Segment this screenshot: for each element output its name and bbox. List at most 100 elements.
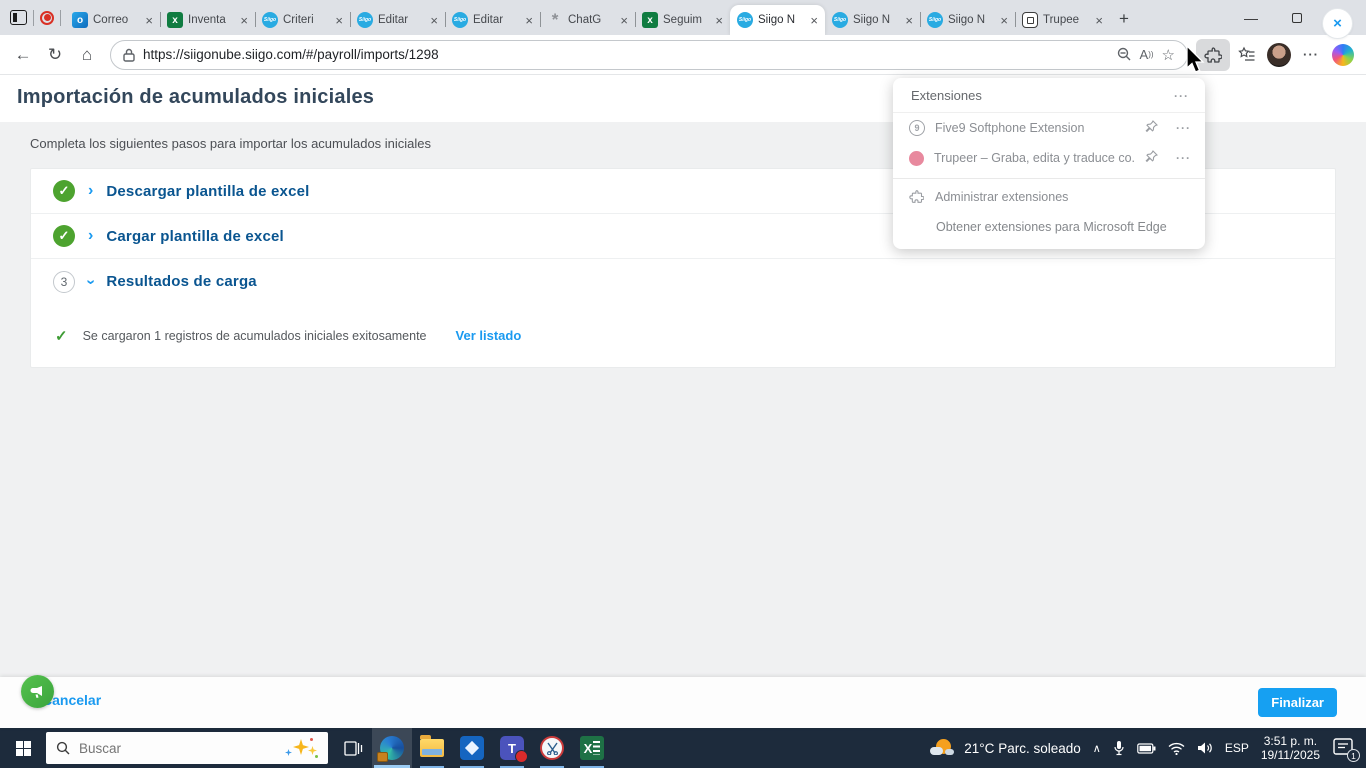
tab-close-icon[interactable]: × bbox=[525, 14, 533, 27]
teams-icon: T bbox=[500, 736, 528, 763]
tab-actions-icon[interactable] bbox=[10, 10, 27, 25]
page-title: Importación de acumulados iniciales bbox=[17, 86, 375, 108]
tab-criterios[interactable]: Siigo Criteri × bbox=[255, 5, 350, 35]
get-extensions-item[interactable]: Obtener extensiones para Microsoft Edge bbox=[893, 212, 1205, 243]
tab-close-icon[interactable]: × bbox=[1095, 14, 1103, 27]
step-load-results[interactable]: 3 › Resultados de carga bbox=[31, 259, 1335, 304]
extensions-menu: Extensiones ··· 9 Five9 Softphone Extens… bbox=[893, 78, 1205, 249]
taskbar-clock[interactable]: 3:51 p. m. 19/11/2025 bbox=[1261, 734, 1320, 762]
siigo-icon: Siigo bbox=[452, 12, 468, 28]
trupeer-ext-icon bbox=[909, 150, 924, 166]
tab-close-icon[interactable]: × bbox=[240, 14, 248, 27]
zoom-out-icon[interactable] bbox=[1117, 47, 1132, 62]
taskbar-app-teams[interactable]: T bbox=[492, 728, 532, 768]
tab-siigo-2[interactable]: Siigo Siigo N × bbox=[825, 5, 920, 35]
tab-inventa[interactable]: x Inventa × bbox=[160, 5, 255, 35]
tab-close-icon[interactable]: × bbox=[335, 14, 343, 27]
tab-close-icon[interactable]: × bbox=[145, 14, 153, 27]
weather-widget[interactable]: 21°C Parc. soleado bbox=[930, 738, 1081, 758]
settings-menu-icon[interactable]: ··· bbox=[1296, 40, 1326, 70]
mouse-cursor bbox=[1186, 46, 1205, 73]
extension-item-five9[interactable]: 9 Five9 Softphone Extension ··· bbox=[893, 113, 1205, 143]
favorite-star-icon[interactable]: ☆ bbox=[1162, 46, 1175, 64]
step-number-badge: 3 bbox=[53, 270, 75, 293]
tab-label: ChatG bbox=[568, 14, 602, 26]
copilot-icon[interactable] bbox=[1328, 40, 1358, 70]
tab-close-icon[interactable]: × bbox=[620, 14, 628, 27]
finish-button[interactable]: Finalizar bbox=[1258, 688, 1337, 717]
task-view-button[interactable] bbox=[334, 728, 372, 768]
excel-icon: x bbox=[167, 12, 183, 28]
extension-label: Five9 Softphone Extension bbox=[935, 121, 1085, 135]
tab-close-icon[interactable]: × bbox=[430, 14, 438, 27]
snipping-tool-icon bbox=[540, 736, 564, 760]
tab-chatgpt[interactable]: * ChatG × bbox=[540, 5, 635, 35]
extensions-menu-more-icon[interactable]: ··· bbox=[1174, 89, 1189, 103]
extension-item-trupeer[interactable]: Trupeer – Graba, edita y traduce co... ·… bbox=[893, 143, 1205, 173]
step-label: Cargar plantilla de excel bbox=[106, 227, 284, 245]
home-icon[interactable]: ⌂ bbox=[72, 40, 102, 70]
step-label: Resultados de carga bbox=[106, 273, 257, 290]
tab-close-icon[interactable]: × bbox=[715, 14, 723, 27]
recording-indicator-icon[interactable] bbox=[40, 10, 54, 25]
announcement-fab[interactable] bbox=[21, 675, 54, 708]
tab-correo[interactable]: o Correo × bbox=[65, 5, 160, 35]
tray-expand-icon[interactable]: ∧ bbox=[1093, 742, 1101, 755]
tab-label: Editar bbox=[473, 14, 504, 26]
search-input[interactable] bbox=[79, 740, 275, 756]
tab-close-icon[interactable]: × bbox=[905, 14, 913, 27]
extension-more-icon[interactable]: ··· bbox=[1176, 121, 1191, 135]
screen: o Correo × x Inventa × Siigo Criteri × S… bbox=[0, 0, 1366, 768]
taskbar-search[interactable] bbox=[46, 732, 328, 764]
tab-editar-2[interactable]: Siigo Editar × bbox=[445, 5, 540, 35]
tab-siigo-active[interactable]: Siigo Siigo N × bbox=[730, 5, 825, 35]
taskbar-app-snipping[interactable] bbox=[532, 728, 572, 768]
language-indicator[interactable]: ESP bbox=[1225, 741, 1249, 755]
wifi-icon[interactable] bbox=[1168, 742, 1185, 755]
weather-condition: Parc. soleado bbox=[998, 740, 1081, 756]
chevron-right-icon[interactable]: › bbox=[88, 183, 93, 199]
taskbar-app-diamond[interactable] bbox=[452, 728, 492, 768]
chevron-down-icon[interactable]: › bbox=[83, 279, 100, 284]
clock-date: 19/11/2025 bbox=[1260, 748, 1320, 762]
url-input[interactable] bbox=[143, 47, 1109, 62]
refresh-icon[interactable]: ↻ bbox=[40, 40, 70, 70]
tab-siigo-3[interactable]: Siigo Siigo N × bbox=[920, 5, 1015, 35]
pin-icon[interactable] bbox=[1145, 120, 1159, 136]
new-tab-button[interactable]: + bbox=[1110, 5, 1138, 33]
file-explorer-icon bbox=[420, 735, 444, 757]
tab-trupeer[interactable]: Trupee × bbox=[1015, 5, 1110, 35]
extensions-menu-title: Extensiones bbox=[911, 88, 982, 103]
battery-icon[interactable] bbox=[1137, 742, 1156, 754]
collections-icon[interactable] bbox=[1232, 40, 1262, 70]
back-icon[interactable]: ← bbox=[8, 40, 38, 70]
tab-editar-1[interactable]: Siigo Editar × bbox=[350, 5, 445, 35]
tab-label: Seguim bbox=[663, 14, 702, 26]
address-bar[interactable]: A)) ☆ bbox=[110, 39, 1188, 70]
pin-icon[interactable] bbox=[1145, 150, 1159, 166]
start-button[interactable] bbox=[0, 728, 46, 768]
taskbar-app-edge[interactable] bbox=[372, 728, 412, 768]
chevron-right-icon[interactable]: › bbox=[88, 228, 93, 244]
tab-seguimiento[interactable]: x Seguim × bbox=[635, 5, 730, 35]
tab-close-icon[interactable]: × bbox=[1000, 14, 1008, 27]
tab-close-icon[interactable]: × bbox=[810, 14, 818, 27]
diamond-app-icon bbox=[460, 736, 484, 760]
taskbar-app-excel[interactable]: X bbox=[572, 728, 612, 768]
volume-icon[interactable] bbox=[1197, 741, 1213, 755]
read-aloud-icon[interactable]: A)) bbox=[1140, 47, 1154, 62]
minimize-button[interactable]: — bbox=[1228, 0, 1274, 35]
extension-more-icon[interactable]: ··· bbox=[1176, 151, 1191, 165]
tab-label: Editar bbox=[378, 14, 409, 26]
view-list-link[interactable]: Ver listado bbox=[456, 328, 522, 343]
browser-toolbar: ← ↻ ⌂ A)) ☆ ··· bbox=[0, 35, 1366, 75]
maximize-button[interactable] bbox=[1274, 0, 1320, 35]
page-close-button[interactable]: × bbox=[1322, 8, 1353, 39]
taskbar-app-file-explorer[interactable] bbox=[412, 728, 452, 768]
profile-avatar[interactable] bbox=[1264, 40, 1294, 70]
manage-extensions-item[interactable]: Administrar extensiones bbox=[893, 181, 1205, 212]
notification-count-badge: 1 bbox=[1347, 749, 1360, 762]
microphone-icon[interactable] bbox=[1113, 740, 1125, 756]
notification-center-button[interactable]: 1 bbox=[1332, 737, 1360, 762]
tab-label: Criteri bbox=[283, 14, 314, 26]
